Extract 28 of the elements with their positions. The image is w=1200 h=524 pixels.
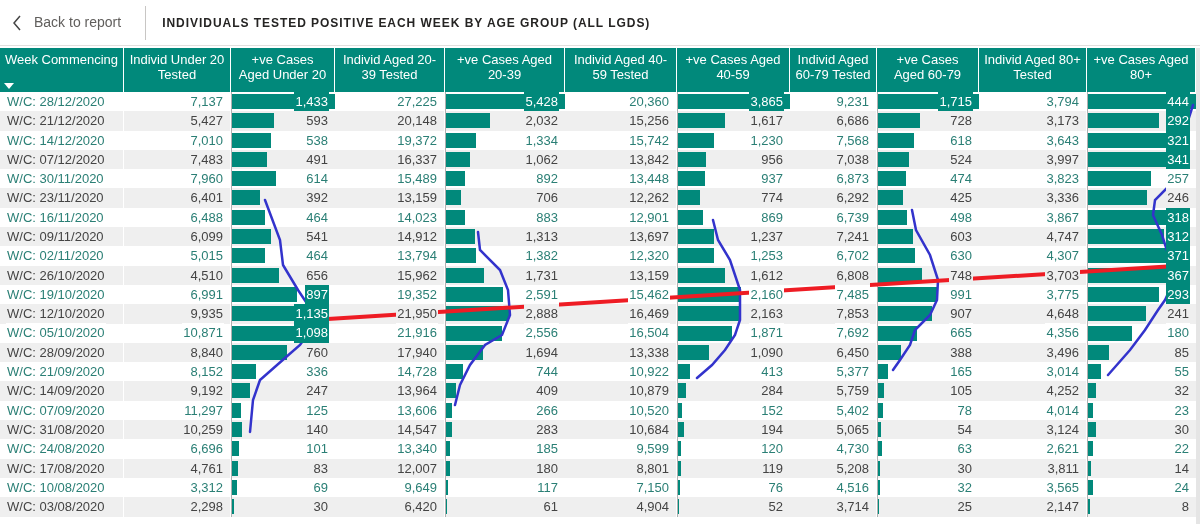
column-header[interactable]: Individ Aged 60-79 Tested [790, 48, 877, 92]
column-header[interactable]: +ve Cases Aged 40-59 [677, 48, 790, 92]
column-header[interactable]: +ve Cases Aged 60-79 [877, 48, 979, 92]
back-link[interactable]: Back to report [0, 12, 146, 33]
column-header[interactable]: Individ Under 20 Tested [124, 48, 231, 92]
table-cell: 292 [1166, 111, 1190, 131]
chevron-left-icon [12, 14, 22, 31]
page-title: INDIVIDUALS TESTED POSITIVE EACH WEEK BY AGE GROUP (ALL LGDS) [161, 14, 651, 32]
column-header[interactable]: +ve Cases Aged 20-39 [445, 48, 565, 92]
table-cell: 371 [1166, 246, 1190, 266]
column-header[interactable]: +ve Cases Aged 80+ [1087, 48, 1196, 92]
table-cell: 1,098 [294, 323, 329, 343]
table-cell: 318 [1166, 207, 1190, 228]
column-header[interactable]: Individ Aged 20-39 Tested [335, 48, 445, 92]
column-header[interactable]: Individ Aged 40-59 Tested [565, 48, 677, 92]
table-cell: 341 [1166, 149, 1190, 170]
column-header[interactable]: Week Commencing [0, 48, 124, 92]
table-cell: 293 [1166, 284, 1190, 305]
sort-descending-icon[interactable] [4, 83, 14, 89]
table-cell: 321 [1166, 130, 1190, 150]
column-header[interactable]: Individ Aged 80+ Tested [979, 48, 1087, 92]
table-cell: 257 [1166, 169, 1190, 189]
column-header[interactable]: +ve Cases Aged Under 20 [231, 48, 335, 92]
table-cell: 367 [1166, 265, 1190, 286]
table-cell: 1,135 [294, 304, 329, 324]
table-cell: 444 [1166, 91, 1190, 112]
table-cell: 312 [1166, 227, 1190, 247]
table-cell: 897 [305, 284, 329, 305]
